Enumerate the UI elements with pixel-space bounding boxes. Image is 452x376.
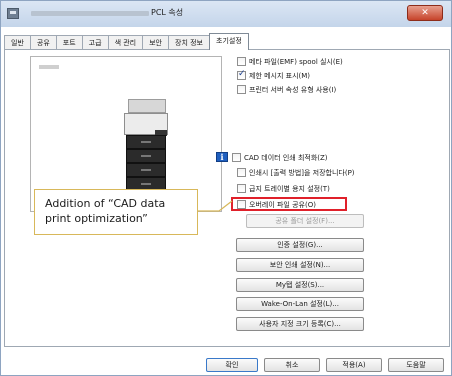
printer-body	[124, 113, 168, 136]
redacted-printer-name	[31, 11, 149, 16]
help-button[interactable]: 도움말	[388, 358, 444, 372]
mytab-settings-button[interactable]: My탭 설정(S)...	[236, 278, 364, 292]
option-label: 제한 메시지 표시(M)	[249, 71, 311, 80]
info-icon: i	[216, 152, 228, 162]
tab-advanced[interactable]: 고급	[81, 35, 109, 50]
title-bar[interactable]: PCL 속성 ✕	[1, 1, 451, 27]
printer-icon	[7, 8, 19, 19]
shared-folder-button[interactable]: 공유 폴더 설정(F)...	[246, 214, 364, 228]
option-label: 메타 파일(EMF) spool 실시(E)	[249, 57, 343, 66]
apply-button[interactable]: 적용(A)	[326, 358, 382, 372]
tab-strip: 일반 공유 포트 고급 색 관리 보안 장치 정보 초기설정	[4, 33, 249, 50]
printer-tray	[126, 149, 166, 163]
callout-text: Addition of “CAD data print optimization…	[45, 197, 166, 225]
close-button[interactable]: ✕	[407, 5, 443, 21]
option-printer-server-properties[interactable]: 프린터 서버 속성 유형 사용(I)	[237, 84, 336, 95]
option-emf-spool[interactable]: 메타 파일(EMF) spool 실시(E)	[237, 56, 343, 67]
secure-print-button[interactable]: 보안 인쇄 설정(N)...	[236, 258, 364, 272]
tab-color-management[interactable]: 색 관리	[107, 35, 144, 50]
custom-size-button[interactable]: 사용자 지정 크기 등록(C)...	[236, 317, 364, 331]
tab-device-info[interactable]: 장치 정보	[168, 35, 210, 50]
auth-settings-button[interactable]: 인증 설정(G)...	[236, 238, 364, 252]
option-label: 급지 트레이별 용지 설정(T)	[249, 184, 330, 193]
checkbox[interactable]	[232, 153, 241, 162]
printer-image	[124, 99, 174, 199]
printer-tray	[126, 135, 166, 149]
printer-tray	[126, 163, 166, 177]
printer-scanner	[128, 99, 166, 113]
annotation-callout: Addition of “CAD data print optimization…	[34, 189, 198, 235]
highlight-box	[231, 197, 347, 211]
callout-arrow-icon	[197, 200, 233, 212]
tab-general[interactable]: 일반	[4, 35, 31, 50]
checkbox-checked[interactable]	[237, 69, 246, 80]
option-label: 프린터 서버 속성 유형 사용(I)	[249, 85, 337, 94]
option-save-output-method[interactable]: 인쇄시 [출력 방법]을 저장합니다(P)	[237, 167, 355, 178]
checkbox[interactable]	[237, 168, 246, 177]
option-cad-optimization[interactable]: CAD 데이터 인쇄 최적화(Z)	[232, 152, 328, 163]
ok-button[interactable]: 확인	[206, 358, 258, 372]
option-tray-paper-setting[interactable]: 급지 트레이별 용지 설정(T)	[237, 183, 330, 194]
tab-security[interactable]: 보안	[142, 35, 169, 50]
window-title: PCL 속성	[151, 8, 184, 17]
option-label: 인쇄시 [출력 방법]을 저장합니다(P)	[249, 168, 355, 177]
checkbox[interactable]	[237, 85, 246, 94]
checkbox[interactable]	[237, 184, 246, 193]
tab-initial-settings[interactable]: 초기설정	[209, 33, 249, 50]
checkbox[interactable]	[237, 57, 246, 66]
tab-ports[interactable]: 포트	[55, 35, 83, 50]
option-label: CAD 데이터 인쇄 최적화(Z)	[244, 153, 328, 162]
preview-model-label	[39, 65, 59, 69]
cancel-button[interactable]: 취소	[264, 358, 320, 372]
option-restriction-message[interactable]: 제한 메시지 표시(M)	[237, 69, 311, 81]
properties-window: PCL 속성 ✕ 일반 공유 포트 고급 색 관리 보안 장치 정보 초기설정 …	[0, 0, 452, 376]
wake-on-lan-button[interactable]: Wake-On-Lan 설정(L)...	[236, 297, 364, 311]
tab-sharing[interactable]: 공유	[29, 35, 57, 50]
